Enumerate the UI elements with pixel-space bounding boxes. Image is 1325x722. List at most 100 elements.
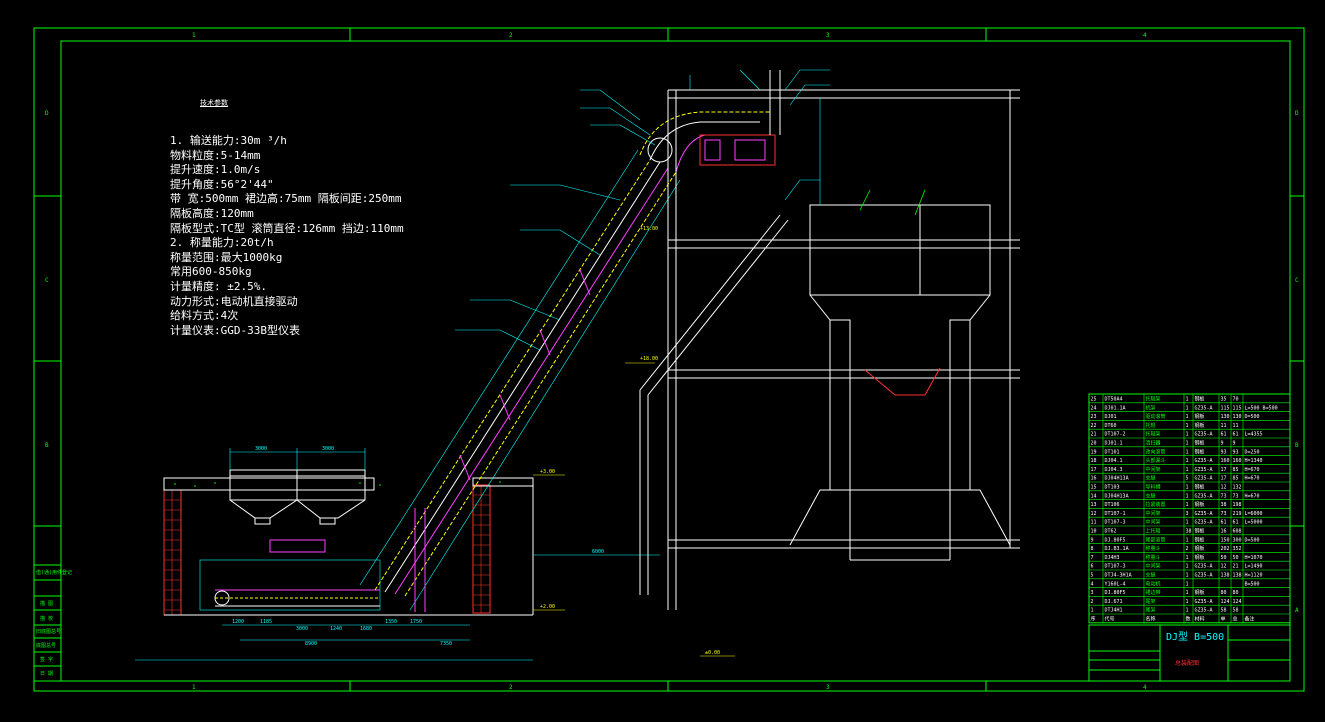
parts-header-cell: 代号 xyxy=(1105,616,1115,623)
silo xyxy=(789,204,1011,561)
parts-cell: 130 xyxy=(1221,414,1230,420)
spec-line: 动力形式:电动机直接驱动 xyxy=(170,294,298,308)
parts-cell: DJ01.1A xyxy=(1105,405,1126,411)
parts-cell: 钢板 xyxy=(1195,528,1205,535)
title-block-text: DJ型 B=500 总装配图 xyxy=(1166,630,1224,667)
parts-cell: DT50A4 xyxy=(1105,397,1123,403)
parts-cell: 352 xyxy=(1233,546,1242,552)
parts-cell: 17 xyxy=(1091,467,1097,473)
parts-cell: 11 xyxy=(1233,423,1239,429)
feed-pipe xyxy=(639,214,789,595)
parts-cell: 尾架 xyxy=(1146,599,1156,605)
parts-cell: 80 xyxy=(1221,590,1227,596)
parts-header-cell: 数 xyxy=(1186,616,1191,623)
parts-cell: GZ35-A xyxy=(1195,573,1213,579)
spec-line: 常用600-850kg xyxy=(170,265,252,279)
spec-line: 提升角度:56°2'44" xyxy=(170,177,274,191)
parts-cell: 70 xyxy=(1233,397,1239,403)
parts-cell: 73 xyxy=(1233,493,1239,499)
bottom-dimensions xyxy=(135,554,660,661)
parts-cell: 202 xyxy=(1221,546,1230,552)
parts-cell: 16 xyxy=(1221,529,1227,535)
parts-cell: 73 xyxy=(1221,493,1227,499)
parts-cell: 1 xyxy=(1186,423,1189,429)
parts-cell: L=5000 xyxy=(1245,520,1263,526)
col-label-4-bottom: 4 xyxy=(1143,684,1147,691)
parts-cell: 1 xyxy=(1186,599,1189,605)
parts-cell: 115 xyxy=(1233,405,1242,411)
spec-line: 计量仪表:GGD-33B型仪表 xyxy=(170,323,300,337)
row-label-c-right: C xyxy=(1295,277,1299,284)
parts-cell: 124 xyxy=(1221,599,1230,605)
parts-cell: 124 xyxy=(1233,599,1242,605)
spec-lines: 1. 输送能力:30m ³/h 物料粒度:5-14mm 提升速度:1.0m/s … xyxy=(170,134,404,338)
parts-cell: 50 xyxy=(1221,555,1227,561)
parts-cell: 1 xyxy=(1186,485,1189,491)
parts-cell: 钢板 xyxy=(1195,396,1205,403)
spec-line: 2. 称量能力:20t/h xyxy=(170,236,274,250)
spec-title: 技术参数 xyxy=(200,99,228,107)
row-label-d: D xyxy=(45,110,49,117)
parts-cell: 1 xyxy=(1186,432,1189,438)
parts-cell: DJ01.1 xyxy=(1105,441,1123,447)
parts-cell: 13 xyxy=(1091,502,1097,508)
parts-cell: 3 xyxy=(1186,511,1189,517)
parts-cell: 1 xyxy=(1186,441,1189,447)
col-label-2-bottom: 2 xyxy=(509,684,513,691)
dim-b2: 1185 xyxy=(260,619,272,625)
elev-1: +3.00 xyxy=(540,469,555,475)
parts-cell: 改向滚筒 xyxy=(1146,448,1166,455)
parts-cell: GZ35-A xyxy=(1195,476,1213,482)
inclined-conveyor xyxy=(359,111,770,612)
parts-cell: 1 xyxy=(1186,414,1189,420)
parts-cell: 托辊架 xyxy=(1146,396,1161,403)
parts-cell: DT103 xyxy=(1105,485,1120,491)
parts-cell: DTJ4H1 xyxy=(1105,608,1123,614)
parts-cell: 钢板 xyxy=(1195,484,1205,491)
elev-3: +18.00 xyxy=(640,356,658,362)
parts-header-cell: 单 xyxy=(1221,616,1226,623)
parts-cell: 1 xyxy=(1186,581,1189,587)
parts-cell: 尾架 xyxy=(1146,608,1156,614)
weighing-hoppers xyxy=(229,469,366,553)
parts-cell: 23 xyxy=(1091,414,1097,420)
parts-cell: 93 xyxy=(1221,449,1227,455)
parts-cell: 托辊架 xyxy=(1146,431,1161,438)
parts-cell: 拉紧装置 xyxy=(1146,501,1166,508)
dim-b1: 1200 xyxy=(232,619,244,625)
parts-cell: H=670 xyxy=(1245,467,1260,473)
parts-cell: 钢板 xyxy=(1195,413,1205,420)
dim-b9: 7350 xyxy=(440,641,452,647)
parts-cell: 9 xyxy=(1221,441,1224,447)
parts-cell: 38 xyxy=(1186,529,1192,535)
parts-header-cell: 材料 xyxy=(1195,616,1205,623)
parts-cell: 38 xyxy=(1221,502,1227,508)
parts-cell: 5 xyxy=(1091,573,1094,579)
parts-cell: 钢板 xyxy=(1195,545,1205,552)
col-label-3-bottom: 3 xyxy=(826,684,830,691)
rev-label-4: 旧底图总号 xyxy=(36,628,61,635)
dim-hopper-1: 3000 xyxy=(255,446,267,452)
parts-cell: 钢板 xyxy=(1195,536,1205,543)
parts-cell: 驱动滚筒 xyxy=(1146,413,1166,420)
parts-cell: 85 xyxy=(1233,467,1239,473)
parts-cell: 1 xyxy=(1186,608,1189,614)
parts-cell: L=1490 xyxy=(1245,564,1263,570)
parts-cell: 中间架 xyxy=(1146,466,1161,473)
pit-structure xyxy=(163,477,534,616)
horizontal-conveyor xyxy=(199,559,381,611)
parts-cell: 钢板 xyxy=(1195,501,1205,508)
parts-cell: 1 xyxy=(1186,502,1189,508)
parts-cell: 导料槽 xyxy=(1146,484,1161,491)
parts-cell: DT106 xyxy=(1105,502,1120,508)
cad-drawing-canvas[interactable]: 1 2 3 4 1 2 3 4 D C B D C B A 借(通)用件登记 描… xyxy=(0,0,1325,722)
parts-cell: DT107-3 xyxy=(1105,564,1126,570)
parts-cell: L=4355 xyxy=(1245,432,1263,438)
parts-header-cell: 序 xyxy=(1091,616,1096,623)
parts-cell: DJ.B3.1A xyxy=(1105,546,1129,552)
parts-cell: 中间架 xyxy=(1146,563,1161,570)
parts-cell: 608 xyxy=(1233,529,1242,535)
rev-label-6: 签 字 xyxy=(40,656,53,663)
drawing-number: DJ型 B=500 xyxy=(1166,630,1224,643)
parts-cell: 12 xyxy=(1221,564,1227,570)
